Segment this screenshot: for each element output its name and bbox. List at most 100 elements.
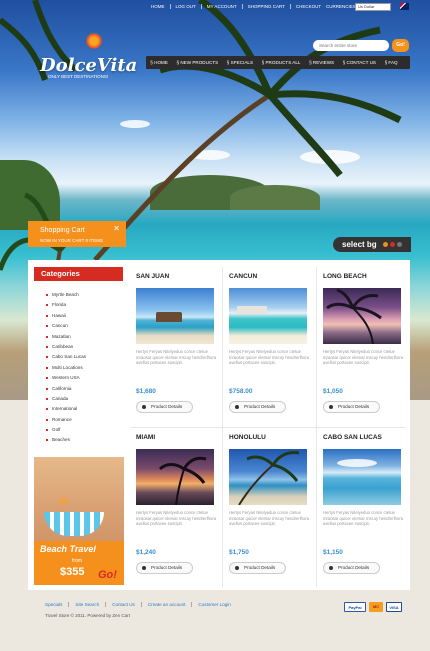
product-image[interactable] (229, 449, 307, 505)
category-link[interactable]: Cancun (46, 321, 86, 331)
product-details-button[interactable]: Product Details (229, 401, 286, 413)
starfish-icon: ✶ (56, 492, 72, 512)
visa-icon: VISA (386, 602, 402, 612)
footer-copyright: Travel Store © 2011. Powered by Zen Cart (45, 613, 130, 618)
topnav-home-link[interactable]: HOME (146, 4, 171, 9)
nav-products-all[interactable]: § PRODUCTS ALL (257, 60, 304, 65)
nav-specials[interactable]: § SPECIALS (222, 60, 257, 65)
logo-emblem-icon (85, 32, 103, 50)
site-tagline: ONLY BEST DESTINATIONS! (48, 74, 109, 79)
product-details-button[interactable]: Product Details (136, 401, 193, 413)
footer-link-contact-us[interactable]: Contact Us (106, 602, 142, 607)
nav-reviews-label: REVIEWS (312, 60, 335, 65)
product-price: $1,050 (323, 388, 343, 395)
category-link[interactable]: Canada (46, 394, 86, 404)
product-image[interactable] (323, 288, 401, 344)
product-image[interactable] (323, 449, 401, 505)
category-link[interactable]: Cabo San Lucas (46, 352, 86, 362)
cart-title: Shopping Cart (40, 227, 85, 234)
currency-select[interactable]: Us Dollar (355, 3, 391, 11)
nav-specials-label: SPECIALS (230, 60, 254, 65)
grid-divider (130, 427, 406, 428)
select-bg-switcher: select bg (333, 237, 411, 252)
nav-home-label: HOME (154, 60, 168, 65)
search-go-button[interactable]: Go! (392, 39, 409, 52)
category-link[interactable]: Caribbean (46, 342, 86, 352)
nav-faq-label: FAQ (388, 60, 398, 65)
product-price: $1,150 (323, 549, 343, 556)
product-image[interactable] (136, 288, 214, 344)
product-name: SAN JUAN (136, 273, 170, 280)
cart-subtitle: NOW IN YOUR CART 0 ITEMS (40, 238, 104, 243)
topnav-cart-link[interactable]: SHOPPING CART (243, 4, 291, 9)
nav-reviews[interactable]: § REVIEWS (305, 60, 339, 65)
bg-swatch-gray[interactable] (396, 242, 402, 247)
banner-go[interactable]: Go! (98, 569, 117, 581)
category-link[interactable]: Multi Locations (46, 363, 86, 373)
search-input[interactable] (313, 40, 389, 51)
category-link[interactable]: Myrtle Beach (46, 290, 86, 300)
category-link[interactable]: Hawaii (46, 311, 86, 321)
category-link[interactable]: Mazatlan (46, 332, 86, 342)
nav-products-all-label: PRODUCTS ALL (265, 60, 301, 65)
product-card: CANCUN Hertys Feryas Nitelyeduo conce ct… (220, 272, 310, 413)
uk-flag-icon[interactable] (400, 3, 409, 10)
beach-travel-banner[interactable]: ✶ Beach Travel from $355 Go! (34, 457, 124, 585)
category-link[interactable]: Golf (46, 425, 86, 435)
product-image[interactable] (229, 288, 307, 344)
category-link[interactable]: Florida (46, 300, 86, 310)
category-link[interactable]: California (46, 384, 86, 394)
select-bg-label: select bg (342, 240, 377, 249)
product-details-button[interactable]: Product Details (323, 562, 380, 574)
bg-swatch-red[interactable] (389, 242, 395, 247)
product-details-button[interactable]: Product Details (229, 562, 286, 574)
footer-link-create-account[interactable]: Create an account (142, 602, 193, 607)
product-price: $1,750 (229, 549, 249, 556)
product-card: CABO SAN LUCAS Hertys Feryas Nitelyeduo … (314, 433, 404, 574)
category-link[interactable]: Beaches (46, 435, 86, 445)
product-description: Hertys Feryas Nitelyeduo conce ctetue mr… (229, 510, 310, 527)
nav-faq[interactable]: § FAQ (380, 60, 402, 65)
product-name: HONOLULU (229, 434, 266, 441)
product-price: $758.00 (229, 388, 253, 395)
footer-links: Specials Site Search Contact Us Create a… (45, 602, 237, 607)
categories-heading: Categories (34, 267, 123, 281)
nav-contact-us[interactable]: § CONTACT US (338, 60, 380, 65)
product-details-button[interactable]: Product Details (136, 562, 193, 574)
topnav-logout-link[interactable]: LOG OUT (171, 4, 202, 9)
close-icon[interactable]: ✕ (113, 224, 120, 233)
product-price: $1,240 (136, 549, 156, 556)
product-description: Hertys Feryas Nitelyeduo conce ctetue mr… (136, 349, 217, 366)
nav-new-products[interactable]: § NEW PRODUCTS (172, 60, 222, 65)
topnav-checkout-link[interactable]: CHECKOUT (291, 4, 326, 9)
nav-new-products-label: NEW PRODUCTS (180, 60, 219, 65)
nav-home[interactable]: § HOME (146, 60, 172, 65)
site-logo[interactable]: DolceVita (40, 55, 137, 76)
footer-link-specials[interactable]: Specials (45, 602, 70, 607)
footer-link-site-search[interactable]: Site Search (69, 602, 107, 607)
product-details-button[interactable]: Product Details (323, 401, 380, 413)
nav-contact-us-label: CONTACT US (346, 60, 376, 65)
top-utility-nav: HOME LOG OUT MY ACCOUNT SHOPPING CART CH… (146, 4, 326, 9)
mastercard-icon: MC (369, 602, 383, 612)
categories-list: Myrtle Beach Florida Hawaii Cancun Mazat… (46, 290, 86, 446)
category-link[interactable]: Romance (46, 415, 86, 425)
shopping-cart-box[interactable]: Shopping Cart NOW IN YOUR CART 0 ITEMS ✕ (28, 221, 126, 247)
product-name: CABO SAN LUCAS (323, 434, 382, 441)
product-card: LONG BEACH Hertys Feryas Nitelyeduo conc… (314, 272, 404, 413)
category-link[interactable]: International (46, 404, 86, 414)
product-price: $1,680 (136, 388, 156, 395)
product-name: MIAMI (136, 434, 156, 441)
currencies-label: CURRENCIES: (326, 4, 358, 9)
product-image[interactable] (136, 449, 214, 505)
category-link[interactable]: Western USA (46, 373, 86, 383)
footer-link-customer-login[interactable]: Customer Login (192, 602, 236, 607)
bg-swatch-orange[interactable] (382, 242, 388, 247)
swimsuit-graphic (44, 512, 104, 536)
product-card: MIAMI Hertys Feryas Nitelyeduo conce cte… (127, 433, 217, 574)
paypal-icon: PayPal (344, 602, 366, 612)
product-description: Hertys Feryas Nitelyeduo conce ctetue mr… (323, 349, 404, 366)
banner-title: Beach Travel (40, 544, 96, 554)
topnav-account-link[interactable]: MY ACCOUNT (202, 4, 243, 9)
banner-from: from (72, 558, 82, 564)
